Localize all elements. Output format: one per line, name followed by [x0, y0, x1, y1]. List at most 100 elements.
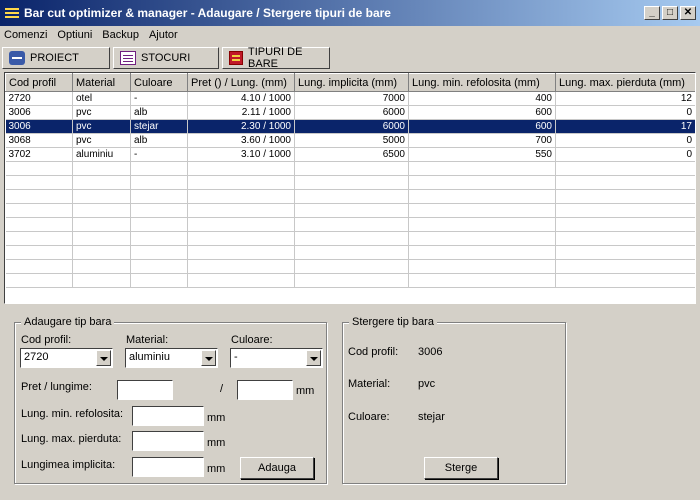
table-row[interactable]: 3006 pvc stejar 2.30 / 1000 6000 600 17 — [5, 119, 695, 134]
minimize-button[interactable]: _ — [644, 6, 660, 20]
add-culoare-label: Culoare: — [231, 334, 273, 346]
table-cell: 700 — [408, 133, 556, 148]
table-cell: - — [130, 91, 188, 106]
toolbar: PROIECT STOCURI TIPURI DE BARE — [2, 46, 330, 70]
table-cell: - — [130, 147, 188, 162]
proiect-button[interactable]: PROIECT — [2, 47, 110, 69]
table-cell: 3.60 / 1000 — [187, 133, 295, 148]
table-cell: alb — [130, 133, 188, 148]
delete-material-value: pvc — [418, 378, 436, 390]
pret-input[interactable] — [117, 380, 173, 400]
lungime-unit: mm — [296, 385, 315, 397]
stocuri-button[interactable]: STOCURI — [113, 47, 219, 69]
menu-optiuni[interactable]: Optiuni — [57, 29, 92, 41]
table-cell: 3.10 / 1000 — [187, 147, 295, 162]
menu-comenzi[interactable]: Comenzi — [4, 29, 47, 41]
col-material[interactable]: Material — [72, 73, 131, 92]
max-label: Lung. max. pierduta: — [21, 433, 122, 445]
tipuri-de-bare-button[interactable]: TIPURI DE BARE — [222, 46, 330, 70]
col-culoare[interactable]: Culoare — [130, 73, 188, 92]
col-pret[interactable]: Pret () / Lung. (mm) — [187, 73, 295, 92]
table-cell: stejar — [130, 119, 188, 134]
bar-types-table[interactable]: Cod profil Material Culoare Pret () / Lu… — [4, 72, 696, 304]
table-cell: pvc — [72, 119, 131, 134]
lungime-input[interactable] — [237, 380, 293, 400]
table-cell: aluminiu — [72, 147, 131, 162]
empty-table-row — [5, 175, 695, 190]
impl-input[interactable] — [132, 457, 204, 477]
menu-ajutor[interactable]: Ajutor — [149, 29, 178, 41]
empty-table-row — [5, 259, 695, 274]
min-input[interactable] — [132, 406, 204, 426]
bars-icon — [229, 51, 244, 65]
table-cell: 6500 — [294, 147, 409, 162]
max-unit: mm — [207, 437, 226, 449]
table-cell: 400 — [408, 91, 556, 106]
empty-table-row — [5, 189, 695, 204]
app-icon — [4, 5, 20, 21]
table-cell: pvc — [72, 105, 131, 120]
hand-icon — [9, 51, 25, 65]
table-cell: 4.10 / 1000 — [187, 91, 295, 106]
table-cell: 2720 — [5, 91, 73, 106]
cod-profil-select[interactable]: 2720 — [20, 348, 113, 368]
chevron-down-icon[interactable] — [306, 350, 321, 366]
pret-label: Pret / lungime: — [21, 381, 92, 393]
delete-group-title: Stergere tip bara — [349, 316, 437, 328]
table-row[interactable]: 3006 pvc alb 2.11 / 1000 6000 600 0 — [5, 105, 695, 120]
table-cell: 3006 — [5, 119, 73, 134]
proiect-label: PROIECT — [30, 52, 79, 64]
stocuri-label: STOCURI — [141, 52, 191, 64]
table-row[interactable]: 3068 pvc alb 3.60 / 1000 5000 700 0 — [5, 133, 695, 148]
delete-material-label: Material: — [348, 378, 391, 390]
delete-culoare-value: stejar — [418, 411, 445, 423]
col-lung-min[interactable]: Lung. min. refolosita (mm) — [408, 73, 556, 92]
table-cell: 0 — [555, 105, 695, 120]
chevron-down-icon[interactable] — [201, 350, 216, 366]
empty-table-row — [5, 203, 695, 218]
table-cell: 550 — [408, 147, 556, 162]
delete-culoare-label: Culoare: — [348, 411, 390, 423]
material-value: aluminiu — [129, 351, 170, 363]
add-cod-label: Cod profil: — [21, 334, 72, 346]
table-cell: 2.30 / 1000 — [187, 119, 295, 134]
max-input[interactable] — [132, 431, 204, 451]
impl-unit: mm — [207, 463, 226, 475]
empty-table-row — [5, 161, 695, 176]
maximize-button[interactable]: □ — [662, 6, 678, 20]
delete-cod-label: Cod profil: — [348, 346, 399, 358]
menu-backup[interactable]: Backup — [102, 29, 139, 41]
table-cell: alb — [130, 105, 188, 120]
col-lung-max[interactable]: Lung. max. pierduta (mm) — [555, 73, 695, 92]
table-cell: 7000 — [294, 91, 409, 106]
title-bar: Bar cut optimizer & manager - Adaugare /… — [0, 0, 700, 26]
table-cell: 3006 — [5, 105, 73, 120]
empty-table-row — [5, 245, 695, 260]
empty-table-row — [5, 231, 695, 246]
delete-button[interactable]: Sterge — [424, 457, 498, 479]
add-material-label: Material: — [126, 334, 169, 346]
table-row[interactable]: 3702 aluminiu -3.10 / 1000 6500 550 0 — [5, 147, 695, 162]
chevron-down-icon[interactable] — [96, 350, 111, 366]
empty-table-row — [5, 273, 695, 288]
close-button[interactable]: ✕ — [680, 6, 696, 20]
add-button[interactable]: Adauga — [240, 457, 314, 479]
culoare-select[interactable]: - — [230, 348, 323, 368]
material-select[interactable]: aluminiu — [125, 348, 218, 368]
table-cell: 3702 — [5, 147, 73, 162]
table-cell: 17 — [555, 119, 695, 134]
delete-cod-value: 3006 — [418, 346, 443, 358]
add-group-title: Adaugare tip bara — [21, 316, 115, 328]
table-row[interactable]: 2720 otel -4.10 / 1000 7000 400 12 — [5, 91, 695, 106]
min-unit: mm — [207, 412, 226, 424]
table-cell: 6000 — [294, 119, 409, 134]
table-cell: 6000 — [294, 105, 409, 120]
table-cell: 0 — [555, 133, 695, 148]
cod-profil-value: 2720 — [24, 351, 49, 363]
culoare-value: - — [234, 351, 238, 363]
col-lung-implicita[interactable]: Lung. implicita (mm) — [294, 73, 409, 92]
col-cod-profil[interactable]: Cod profil — [5, 73, 73, 92]
table-cell: 2.11 / 1000 — [187, 105, 295, 120]
table-cell: 0 — [555, 147, 695, 162]
document-icon — [120, 51, 136, 65]
